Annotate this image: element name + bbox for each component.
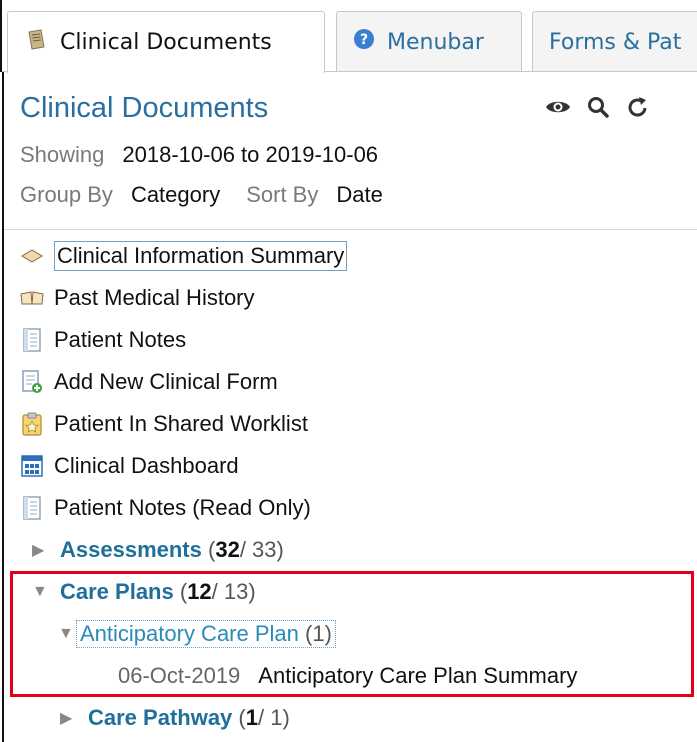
header-divider — [4, 229, 697, 230]
tree-item-patient-in-shared-worklist[interactable]: Patient In Shared Worklist — [20, 407, 308, 441]
showing-label: Showing — [20, 142, 105, 167]
tree-item-clinical-information-summary[interactable]: Clinical Information Summary — [20, 239, 348, 273]
highlight-box — [10, 571, 694, 697]
tab-label: Forms & Pat — [549, 29, 682, 55]
expand-arrow-icon[interactable]: ▶ — [32, 540, 50, 560]
tree-item-label: Patient Notes (Read Only) — [54, 495, 311, 520]
document-icon — [24, 28, 48, 58]
notes-icon — [20, 328, 44, 352]
refresh-icon[interactable] — [625, 94, 651, 120]
summary-icon — [20, 244, 44, 268]
tree-item-label: Patient Notes — [54, 327, 187, 352]
notes-icon — [20, 496, 44, 520]
page-title: Clinical Documents — [20, 92, 269, 124]
category-assessments[interactable]: ▶ Assessments (32 / 33) — [32, 533, 284, 567]
expand-arrow-icon[interactable]: ▶ — [60, 708, 78, 728]
tree-item-clinical-dashboard[interactable]: Clinical Dashboard — [20, 449, 239, 483]
tree-item-label: Clinical Information Summary — [54, 241, 348, 271]
dashboard-icon — [20, 454, 44, 478]
eye-icon[interactable] — [545, 94, 571, 120]
category-count-bold: 32 — [215, 537, 240, 562]
date-range-row: Showing 2018-10-06 to 2019-10-06 — [20, 142, 404, 168]
tree-item-patient-notes[interactable]: Patient Notes — [20, 323, 186, 357]
group-by-label: Group By — [20, 182, 113, 207]
category-care-pathway[interactable]: ▶ Care Pathway (1 / 1) — [60, 701, 290, 735]
category-count-rest: / 1) — [258, 705, 290, 730]
category-count-rest: / 33) — [239, 537, 284, 562]
worklist-icon — [20, 412, 44, 436]
tab-forms[interactable]: Forms & Pat — [532, 11, 697, 72]
sort-by-label: Sort By — [246, 182, 319, 207]
help-icon: ? — [353, 28, 375, 56]
search-icon[interactable] — [585, 94, 611, 120]
category-label: Care Pathway — [88, 705, 233, 730]
tree-item-label: Add New Clinical Form — [54, 369, 278, 394]
date-range-value[interactable]: 2018-10-06 to 2019-10-06 — [122, 142, 378, 167]
tree-item-add-new-clinical-form[interactable]: Add New Clinical Form — [20, 365, 278, 399]
add-form-icon — [20, 370, 44, 394]
category-label: Assessments — [60, 537, 202, 562]
tab-clinical-documents[interactable]: Clinical Documents — [7, 11, 325, 73]
tree-item-label: Past Medical History — [54, 285, 255, 310]
svg-text:?: ? — [360, 32, 368, 48]
tab-label: Clinical Documents — [60, 30, 272, 55]
tab-menubar[interactable]: ? Menubar — [336, 11, 522, 72]
book-icon — [20, 286, 44, 310]
category-count-bold: 1 — [245, 705, 258, 730]
tree-item-patient-notes-read-only[interactable]: Patient Notes (Read Only) — [20, 491, 311, 525]
tab-label: Menubar — [387, 29, 484, 55]
tree-item-label: Patient In Shared Worklist — [54, 411, 308, 436]
tree-item-label: Clinical Dashboard — [54, 453, 239, 478]
tab-bar: Clinical Documents ? Menubar Forms & Pat — [0, 0, 697, 73]
sort-by-value[interactable]: Date — [336, 182, 382, 207]
group-by-value[interactable]: Category — [131, 182, 220, 207]
header-toolbar — [545, 94, 651, 120]
tree-item-past-medical-history[interactable]: Past Medical History — [20, 281, 255, 315]
group-sort-row: Group By Category Sort By Date — [20, 182, 409, 208]
